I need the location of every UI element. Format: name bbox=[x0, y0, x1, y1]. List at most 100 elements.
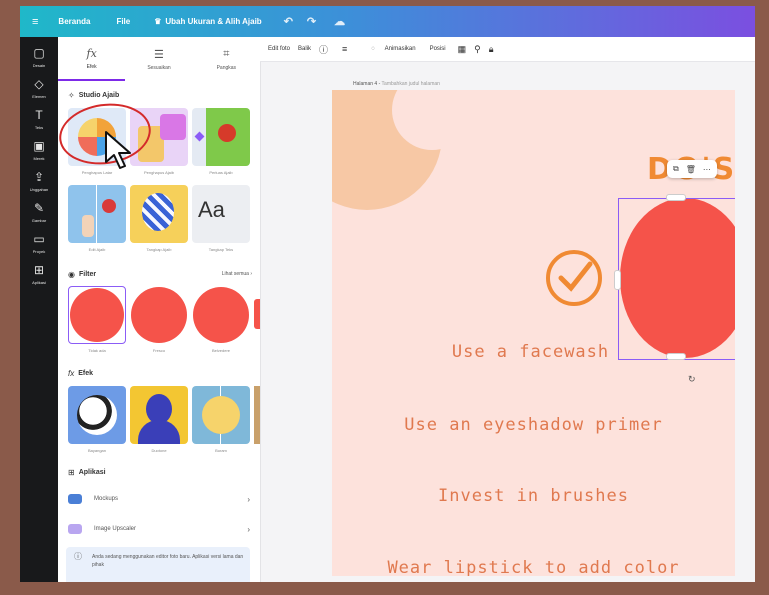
nav-projects[interactable]: ▭ Proyek bbox=[20, 232, 58, 255]
folder-icon: ▭ bbox=[33, 232, 45, 246]
list-item[interactable]: Use a facewash bbox=[332, 342, 732, 362]
more-icon[interactable]: ⋯ bbox=[703, 165, 711, 174]
filter-next-peek bbox=[254, 299, 260, 329]
filter-caption: Belvedere bbox=[211, 348, 230, 353]
sparkle-icon: ✧ bbox=[68, 91, 75, 100]
app-label: Mockups bbox=[94, 496, 119, 502]
top-bar: ≡ Beranda File ♛ Ubah Ukuran & Alih Ajai… bbox=[20, 6, 755, 37]
resize-handle-top[interactable] bbox=[666, 194, 686, 201]
effect-shadow[interactable] bbox=[68, 386, 126, 444]
lock-icon[interactable]: 🔒︎ bbox=[489, 44, 494, 55]
page-label[interactable]: Halaman 4 - Tambahkan judul halaman bbox=[353, 81, 440, 87]
text-icon: T bbox=[35, 108, 43, 122]
see-all-label: Lihat semua bbox=[221, 271, 249, 277]
paint-roller-icon[interactable]: ⚲ bbox=[474, 44, 481, 55]
design-page[interactable]: DO'S ⧉ 🗑︎ ⋯ ↻ Use a facewash Use an eyes… bbox=[332, 90, 735, 576]
thumb-caption: Perluas Ajaib bbox=[209, 170, 233, 175]
tab-effects[interactable]: fx Efek bbox=[58, 37, 126, 81]
edit-photo-button[interactable]: Edit foto bbox=[268, 46, 290, 52]
tab-label: Sesuaikan bbox=[147, 64, 171, 71]
nav-label: Unggahan bbox=[29, 187, 49, 192]
filter-header: ◉ Filter bbox=[68, 270, 96, 279]
shapes-icon: ◇ bbox=[34, 77, 44, 91]
thumb-caption: Penghapus Ajaib bbox=[143, 170, 175, 175]
app-mockups[interactable]: Mockups › bbox=[68, 490, 250, 508]
tab-crop[interactable]: ⌗ Pangkas bbox=[193, 37, 260, 81]
file-menu[interactable]: File bbox=[116, 17, 130, 26]
list-item[interactable]: Use an eyeshadow primer bbox=[332, 415, 735, 435]
apps-header: ⊞ Aplikasi bbox=[68, 468, 106, 477]
undo-icon[interactable]: ↶ bbox=[284, 15, 293, 28]
nav-apps[interactable]: ⊞ Aplikasi bbox=[20, 263, 58, 286]
nav-uploads[interactable]: ⇪ Unggahan bbox=[20, 170, 58, 193]
chevron-right-icon: › bbox=[250, 271, 252, 277]
effect-duotone[interactable] bbox=[130, 386, 188, 444]
adjust-icon: ☰ bbox=[154, 47, 164, 61]
nav-brand[interactable]: ▣ Merek bbox=[20, 140, 58, 162]
animate-button[interactable]: ◌ Animasikan bbox=[363, 46, 415, 52]
magic-grab-thumb[interactable] bbox=[130, 185, 188, 243]
see-all-link[interactable]: Lihat semua › bbox=[222, 271, 252, 277]
transparency-icon[interactable]: ▦ bbox=[458, 44, 467, 55]
nav-design[interactable]: ▢ Desain bbox=[20, 47, 58, 69]
nav-draw[interactable]: ✎ Gambar bbox=[20, 201, 58, 224]
nav-label: Aplikasi bbox=[32, 280, 46, 285]
nav-label: Elemen bbox=[32, 94, 46, 99]
app-label: Image Upscaler bbox=[94, 526, 137, 532]
resize-handle-left[interactable] bbox=[614, 270, 621, 290]
floating-element-toolbar: ⧉ 🗑︎ ⋯ bbox=[667, 160, 717, 178]
page-title-placeholder: Tambahkan judul halaman bbox=[381, 81, 440, 87]
thumb-caption: Tangkap Teks bbox=[208, 247, 234, 252]
left-nav: ▢ Desain ◇ Elemen T Teks ▣ Merek ⇪ Unggahan ✎… bbox=[20, 37, 58, 582]
grab-text-thumb[interactable]: Aa bbox=[192, 185, 250, 243]
effect-blur[interactable] bbox=[192, 386, 250, 444]
list-item[interactable]: Wear lipstick to add color bbox=[332, 558, 735, 576]
fx-icon: fx bbox=[68, 369, 75, 378]
resize-label: Ubah Ukuran & Alih Ajaib bbox=[165, 17, 262, 26]
filter-belvedere[interactable] bbox=[192, 286, 250, 344]
nav-label: Desain bbox=[32, 63, 46, 68]
filter-icon: ◉ bbox=[68, 270, 75, 279]
app-image-upscaler[interactable]: Image Upscaler › bbox=[68, 520, 250, 538]
nav-elements[interactable]: ◇ Elemen bbox=[20, 77, 58, 100]
magic-edit-thumb[interactable] bbox=[68, 185, 126, 243]
chevron-right-icon: › bbox=[247, 494, 250, 504]
magic-expand-thumb[interactable] bbox=[192, 108, 250, 166]
filter-title: Filter bbox=[78, 271, 97, 278]
effects-title: Efek bbox=[78, 370, 94, 377]
upscaler-icon bbox=[68, 524, 82, 534]
panel-tabs: fx Efek ☰ Sesuaikan ⌗ Pangkas bbox=[58, 37, 260, 81]
nav-label: Gambar bbox=[31, 218, 47, 223]
resize-button[interactable]: ♛ Ubah Ukuran & Alih Ajaib bbox=[154, 17, 261, 26]
info-icon[interactable]: ⓘ bbox=[319, 43, 328, 56]
list-item[interactable]: Invest in brushes bbox=[332, 486, 735, 506]
effect-caption: Duotone bbox=[151, 448, 167, 453]
apps-icon: ⊞ bbox=[33, 263, 45, 277]
animate-icon: ◌ bbox=[371, 46, 375, 52]
nav-text[interactable]: T Teks bbox=[20, 108, 58, 131]
hamburger-icon[interactable]: ≡ bbox=[32, 16, 38, 28]
effect-caption: Buram bbox=[215, 448, 227, 453]
redo-icon[interactable]: ↷ bbox=[307, 15, 316, 28]
filter-caption: Fresco bbox=[152, 348, 166, 353]
draw-icon: ✎ bbox=[33, 201, 45, 215]
trash-icon[interactable]: 🗑︎ bbox=[686, 165, 696, 174]
rotate-icon[interactable]: ↻ bbox=[688, 374, 696, 385]
tab-adjust[interactable]: ☰ Sesuaikan bbox=[125, 37, 192, 81]
filter-fresco[interactable] bbox=[130, 286, 188, 344]
home-button[interactable]: Beranda bbox=[58, 17, 90, 26]
info-icon: ⓘ bbox=[74, 552, 82, 561]
copy-icon[interactable]: ⧉ bbox=[673, 164, 679, 174]
cloud-save-icon[interactable]: ☁ bbox=[334, 15, 345, 28]
flip-button[interactable]: Balik bbox=[298, 46, 311, 52]
effects-header: fx Efek bbox=[68, 369, 93, 378]
position-button[interactable]: Posisi bbox=[430, 46, 446, 52]
effect-caption: Bayangan bbox=[87, 448, 106, 453]
grid-icon: ⊞ bbox=[68, 468, 75, 477]
fx-icon: fx bbox=[86, 46, 97, 60]
effect-next-peek bbox=[254, 386, 260, 444]
upload-icon: ⇪ bbox=[33, 170, 45, 184]
thumb-caption: Tangkap Ajaib bbox=[146, 247, 172, 252]
lines-icon[interactable]: ≡ bbox=[342, 44, 347, 54]
filter-none[interactable] bbox=[68, 286, 126, 344]
